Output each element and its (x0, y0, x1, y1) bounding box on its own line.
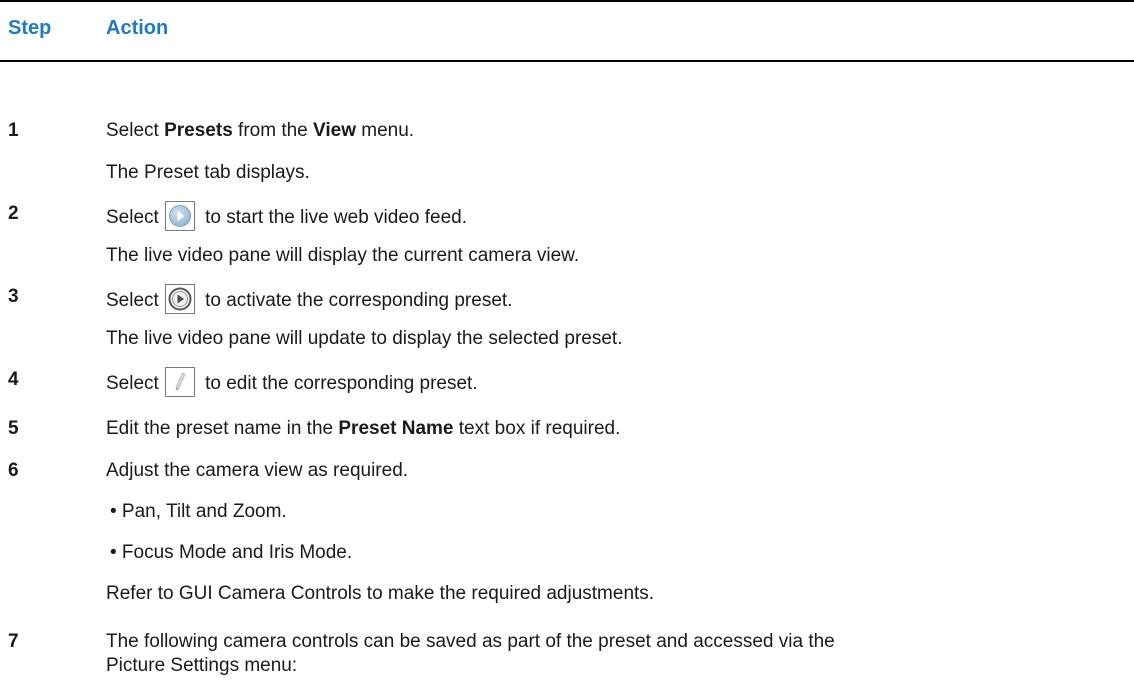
pencil-edit-icon (164, 367, 195, 397)
step-number: 6 (8, 460, 19, 481)
table-top-rule (0, 0, 1134, 2)
column-header-step: Step (8, 17, 52, 39)
step-7-instruction: The following camera controls can be sav… (106, 631, 835, 652)
step-1-instruction: Select Presets from the View menu. (106, 120, 415, 141)
step-4-instruction: Select to edit the corresponding preset. (106, 367, 478, 399)
step-number: 3 (8, 286, 19, 307)
step-number: 7 (8, 631, 19, 652)
step-3-instruction: Select to activate the corresponding pre… (106, 284, 512, 316)
column-header-action: Action (106, 17, 169, 39)
menu-item-presets: Presets (164, 120, 233, 141)
step-6-instruction: Adjust the camera view as required. (106, 460, 409, 481)
step-7-instruction-cont: Picture Settings menu: (106, 655, 298, 676)
table-header-rule (0, 60, 1134, 62)
step-number: 5 (8, 418, 19, 439)
step-2-instruction: Select to start the live web video feed. (106, 201, 467, 233)
list-item: • Pan, Tilt and Zoom. (110, 501, 287, 522)
step-2-result: The live video pane will display the cur… (106, 245, 580, 266)
step-3-result: The live video pane will update to displ… (106, 328, 623, 349)
step-number: 4 (8, 369, 19, 390)
activate-preset-icon (164, 284, 195, 314)
step-number: 2 (8, 203, 19, 224)
field-preset-name: Preset Name (338, 418, 454, 439)
list-item: • Focus Mode and Iris Mode. (110, 542, 353, 563)
step-6-reference: Refer to GUI Camera Controls to make the… (106, 583, 655, 604)
menu-view: View (313, 120, 356, 141)
play-icon (164, 201, 195, 231)
step-5-instruction: Edit the preset name in the Preset Name … (106, 418, 621, 439)
step-1-result: The Preset tab displays. (106, 162, 310, 183)
step-number: 1 (8, 120, 19, 141)
